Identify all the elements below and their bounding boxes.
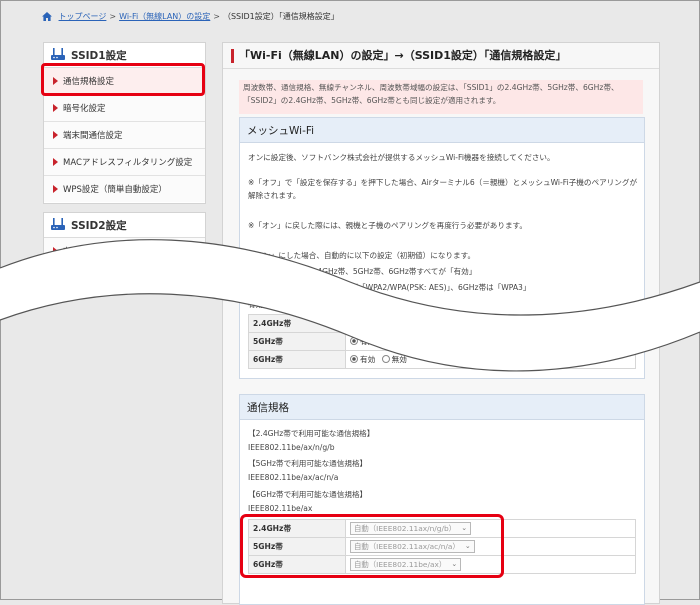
mesh-band-table: 2.4GHz帯 有効 無効 5GHz帯 有効 無効 6GHz帯 有効 無効 <box>248 314 636 369</box>
divider <box>223 68 659 69</box>
mesh-text: 「オン」にした場合、自動的に以下の設定（初期値）になります。 <box>248 251 476 260</box>
breadcrumb-separator: > <box>109 12 117 21</box>
radio-label: 無効 <box>391 355 407 364</box>
radio-button[interactable] <box>381 319 390 327</box>
table-row: 5GHz帯 有効 無効 <box>248 332 636 351</box>
sidebar-item-encryption[interactable]: 暗号化設定 <box>44 95 205 122</box>
band-standards: IEEE802.11be/ax/ac/n/a <box>248 473 339 482</box>
radio-button[interactable] <box>381 355 390 363</box>
mesh-text: 2.4GHz帯、5GHz帯、6GHz帯すべてが「有効」 <box>310 267 477 276</box>
sidebar-item-label: MACアドレスフィルタリング設定 <box>63 158 193 168</box>
mesh-text: ※「オン」に戻した際には、親機と子機のペアリングを再度行う必要があります。 <box>248 221 527 230</box>
notice-box: 周波数帯、通信規格、無線チャンネル、周波数帯域幅の設定は、「SSID1」の2.4… <box>239 80 643 114</box>
band-heading: 【6GHz帯で利用可能な通信規格】 <box>248 490 368 499</box>
arrow-right-icon <box>53 185 58 193</box>
radio-cell: 有効 無効 <box>345 350 636 369</box>
band-label: 5GHz帯 <box>248 332 346 351</box>
mesh-text: 解除されます。 <box>248 191 301 200</box>
mesh-wifi-section: メッシュWi-Fi オンに設定後、ソフトバンク株式会社が提供するメッシュWi-F… <box>239 117 645 379</box>
mesh-wifi-header: メッシュWi-Fi <box>240 118 644 143</box>
mesh-text: 有効にしてください。 <box>248 300 324 309</box>
sidebar-item-label: 有効/無効設定 <box>63 247 117 257</box>
sidebar-item-isolation[interactable]: 端末間通信設定 <box>44 122 205 149</box>
radio-label: 有効 <box>360 319 376 328</box>
radio-label: 無効 <box>391 337 407 346</box>
highlight-box-sidebar <box>41 63 205 96</box>
sidebar-ssid1-title: SSID1設定 <box>71 49 127 62</box>
radio-disable[interactable]: 無効 <box>381 355 407 364</box>
band-standards: IEEE802.11be/ax/n/g/b <box>248 443 335 452</box>
radio-button[interactable] <box>350 355 358 363</box>
band-label: 6GHz帯 <box>248 350 346 369</box>
band-heading: 【5GHz帯で利用可能な通信規格】 <box>248 459 368 468</box>
standard-header: 通信規格 <box>240 395 644 420</box>
breadcrumb-home-link[interactable]: トップページ <box>59 12 107 21</box>
radio-label: 有効 <box>360 337 376 346</box>
mesh-text: ※「オフ」で「設定を保存する」を押下した場合、Airターミナル6（＝親機）とメッ… <box>248 178 638 187</box>
radio-button[interactable] <box>350 337 358 345</box>
notice-line: 「SSID2」の2.4GHz帯、5GHz帯、6GHz帯とも同じ設定が適用されます… <box>243 96 501 105</box>
highlight-box-standard-selects <box>240 514 504 578</box>
wifi-router-icon <box>50 216 66 235</box>
radio-button[interactable] <box>381 337 390 345</box>
arrow-right-icon <box>53 158 58 166</box>
radio-cell: 有効 無効 <box>345 332 636 351</box>
radio-disable[interactable]: 無効 <box>381 337 407 346</box>
breadcrumb-wifi-link[interactable]: Wi-Fi（無線LAN）の設定 <box>119 12 210 21</box>
mesh-text: 暗号化方式 が「WPA2/WPA(PSK: AES)」、6GHz帯は「WPA3」 <box>310 283 531 292</box>
arrow-right-icon <box>53 131 58 139</box>
table-row: 2.4GHz帯 有効 無効 <box>248 314 636 333</box>
radio-cell: 有効 無効 <box>345 314 636 333</box>
mesh-text: オンに設定後、ソフトバンク株式会社が提供するメッシュWi-Fi機器を接続してくだ… <box>248 153 555 162</box>
breadcrumb-current: （SSID1設定）「通信規格設定」 <box>222 12 339 21</box>
radio-label: 有効 <box>360 355 376 364</box>
sidebar-item-wps[interactable]: WPS設定（簡単自動設定） <box>44 176 205 202</box>
radio-label: 無効 <box>391 319 407 328</box>
radio-enable[interactable]: 有効 <box>350 337 375 346</box>
sidebar-item-label: 暗号化設定 <box>63 104 106 114</box>
sidebar-ssid2-header: SSID2設定 <box>44 213 205 238</box>
breadcrumb: トップページ > Wi-Fi（無線LAN）の設定 > （SSID1設定）「通信規格設定」 <box>42 11 339 23</box>
home-icon[interactable] <box>42 12 52 23</box>
radio-button[interactable] <box>350 319 358 327</box>
sidebar-item-enable[interactable]: 有効/無効設定 <box>44 238 205 265</box>
arrow-right-icon <box>53 104 58 112</box>
notice-line: 周波数帯、通信規格、無線チャンネル、周波数帯域幅の設定は、「SSID1」の2.4… <box>243 83 619 92</box>
sidebar-item-mac-filter[interactable]: MACアドレスフィルタリング設定 <box>44 149 205 176</box>
sidebar-item-label: WPS設定（簡単自動設定） <box>63 185 167 195</box>
band-label: 2.4GHz帯 <box>248 314 346 333</box>
wifi-router-icon <box>50 46 66 65</box>
breadcrumb-separator: > <box>213 12 220 21</box>
arrow-right-icon <box>53 247 58 255</box>
sidebar-item-label: 端末間通信設定 <box>63 131 123 141</box>
radio-enable[interactable]: 有効 <box>350 355 375 364</box>
band-heading: 【2.4GHz帯で利用可能な通信規格】 <box>248 429 375 438</box>
sidebar-ssid2-title: SSID2設定 <box>71 219 127 232</box>
page-title: 「Wi-Fi（無線LAN）の設定」→（SSID1設定）「通信規格設定」 <box>231 49 566 63</box>
sidebar-ssid2: SSID2設定 有効/無効設定 <box>43 212 206 274</box>
radio-enable[interactable]: 有効 <box>350 319 375 328</box>
table-row: 6GHz帯 有効 無効 <box>248 350 636 369</box>
radio-disable[interactable]: 無効 <box>381 319 407 328</box>
